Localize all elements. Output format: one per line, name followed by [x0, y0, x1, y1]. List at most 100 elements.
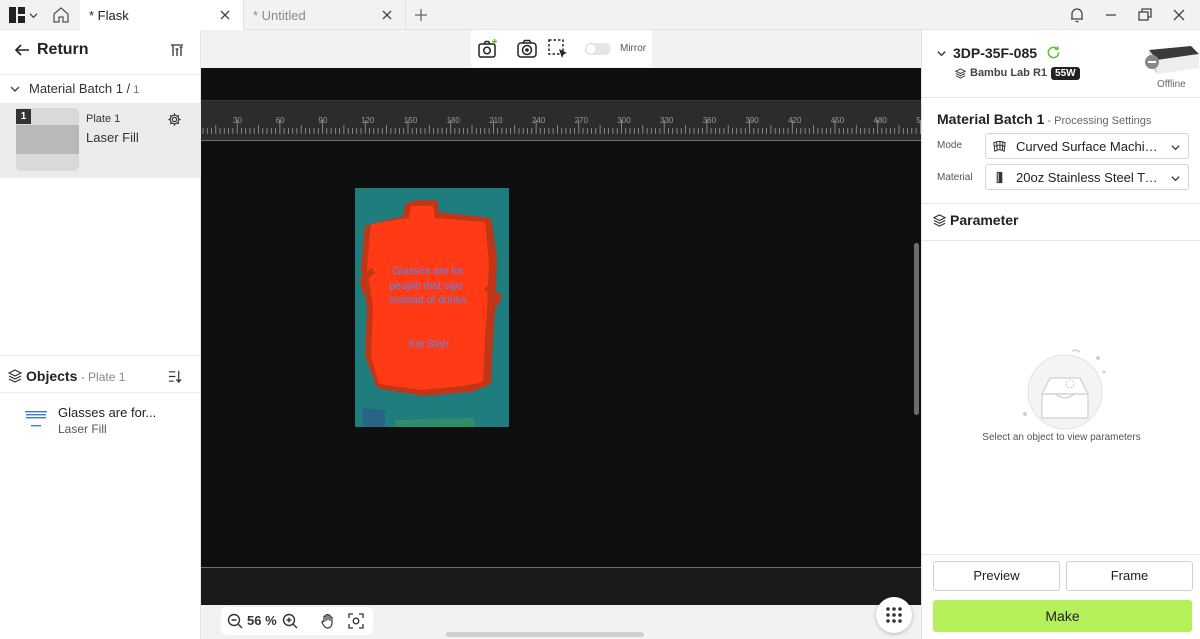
close-icon[interactable]	[1170, 6, 1188, 24]
select-area-icon[interactable]	[547, 38, 569, 60]
plate-title: Plate 1	[86, 113, 121, 125]
ruler-label: 390	[745, 116, 759, 125]
plate-number-badge: 1	[16, 109, 31, 124]
ruler-label: 90	[318, 116, 327, 125]
mirror-label: Mirror	[620, 43, 647, 54]
close-tab-icon[interactable]	[219, 9, 231, 21]
engraving-signature: Kai Starr	[409, 338, 450, 350]
refresh-icon[interactable]	[1046, 45, 1061, 60]
frame-button[interactable]: Frame	[1066, 561, 1193, 591]
workspace-canvas[interactable]: 30 60 90 120 150 180 210 240 270 300 330 360 390 420 4…	[201, 68, 921, 605]
tab-label: * Untitled	[253, 7, 306, 23]
chevron-down-icon	[937, 51, 946, 57]
material-label: Material	[937, 172, 973, 183]
divider	[922, 240, 1200, 241]
material-value: 20oz Stainless Steel Tumbler	[1016, 170, 1164, 185]
object-type: Laser Fill	[58, 422, 107, 436]
gear-icon[interactable]	[167, 112, 182, 127]
material-batch-header[interactable]: Material Batch 1 / 1	[0, 74, 201, 100]
ruler-label: 150	[404, 116, 418, 125]
device-model: Bambu Lab R1 55W	[970, 67, 1080, 80]
plate-processing-type: Laser Fill	[86, 130, 139, 145]
empty-state-illustration	[1023, 349, 1106, 430]
sort-icon[interactable]	[167, 369, 182, 384]
chevron-down-icon	[29, 12, 38, 18]
zoom-out-icon[interactable]	[227, 613, 243, 629]
camera-focus-icon[interactable]	[516, 38, 538, 60]
return-button[interactable]: Return	[0, 30, 201, 70]
zoom-controls: 56 %	[221, 607, 373, 635]
left-panel: Return Material Batch 1 / 1 1 Plate 1 La…	[0, 30, 201, 639]
tumbler-icon	[996, 171, 1003, 184]
zoom-in-icon[interactable]	[282, 613, 298, 629]
restore-icon[interactable]	[1136, 6, 1154, 24]
mode-value: Curved Surface Machining	[1016, 139, 1164, 154]
plate-thumbnail-object	[16, 125, 79, 154]
tab-flask[interactable]: * Flask	[80, 0, 244, 30]
parameter-label: Parameter	[950, 212, 1019, 228]
home-icon[interactable]	[52, 6, 70, 24]
ruler-label: 60	[276, 116, 285, 125]
ruler-label: 450	[831, 116, 845, 125]
ruler-bottom-line	[201, 140, 921, 141]
settings-title: Material Batch 1 - Processing Settings	[937, 111, 1152, 127]
engraving-preview[interactable]: Glasses are for people that sips instead…	[355, 188, 509, 427]
make-button[interactable]: Make	[933, 600, 1192, 632]
divider	[922, 554, 1200, 555]
app-menu-button[interactable]	[8, 6, 40, 24]
plus-icon[interactable]	[414, 8, 428, 22]
close-tab-icon[interactable]	[381, 9, 393, 21]
layers-icon	[8, 369, 22, 383]
engraving-text-line-3: instead of drinks	[390, 294, 466, 306]
ruler-label: 210	[489, 116, 503, 125]
canvas-bottom-band	[201, 568, 921, 605]
chevron-down-icon	[10, 86, 20, 92]
ruler-label: 480	[874, 116, 888, 125]
ruler-label: 30	[233, 116, 242, 125]
title-bar: * Flask * Untitled	[0, 0, 1200, 30]
camera-add-icon[interactable]	[477, 38, 499, 60]
empty-state-text: Select an object to view parameters	[982, 432, 1141, 443]
mode-select[interactable]: Curved Surface Machining	[985, 133, 1189, 159]
device-status: Offline	[1157, 79, 1186, 90]
layers-icon	[933, 214, 946, 227]
ruler-label: 270	[575, 116, 589, 125]
right-panel: 3DP-35F-085 Bambu Lab R1 55W Offline Mate…	[921, 30, 1200, 639]
return-label: Return	[37, 41, 89, 58]
divider	[922, 203, 1200, 204]
hand-pan-icon[interactable]	[320, 613, 336, 629]
minimize-icon[interactable]	[1102, 6, 1120, 24]
chevron-down-icon	[1171, 145, 1180, 151]
material-select[interactable]: 20oz Stainless Steel Tumbler	[985, 164, 1189, 190]
objects-label: Objects - Plate 1	[26, 368, 126, 384]
object-name: Glasses are for...	[58, 405, 157, 420]
vertical-scrollbar[interactable]	[914, 243, 919, 415]
material-batch-label: Material Batch 1 / 1	[29, 81, 140, 96]
adjust-icon[interactable]	[169, 42, 185, 58]
ruler-label: 180	[447, 116, 461, 125]
canvas-toolbar: Mirror	[471, 30, 652, 67]
object-list-item[interactable]: Glasses are for... Laser Fill	[0, 402, 201, 442]
mirror-toggle[interactable]	[585, 43, 611, 55]
more-tools-button[interactable]	[876, 597, 912, 633]
preview-button[interactable]: Preview	[933, 561, 1060, 591]
horizontal-ruler: 30 60 90 120 150 180 210 240 270 300 330 360 390 420 4…	[201, 100, 921, 140]
layers-icon	[955, 68, 966, 79]
plate-card[interactable]: 1 Plate 1 Laser Fill	[0, 103, 201, 178]
device-name: 3DP-35F-085	[953, 45, 1038, 61]
grid-dots-icon	[886, 607, 902, 623]
tab-untitled[interactable]: * Untitled	[244, 0, 406, 30]
bell-icon[interactable]	[1068, 6, 1086, 24]
ruler-label: 240	[532, 116, 546, 125]
zoom-level[interactable]: 56 %	[247, 613, 277, 628]
app-logo-icon	[9, 7, 25, 23]
zoom-area: 56 %	[201, 605, 921, 639]
ruler-label: 420	[788, 116, 802, 125]
curved-grid-icon	[993, 140, 1006, 153]
object-thumbnail	[25, 411, 47, 427]
horizontal-scrollbar[interactable]	[446, 632, 644, 637]
fit-view-icon[interactable]	[348, 613, 364, 629]
ruler-label: 330	[660, 116, 674, 125]
chevron-down-icon	[1171, 176, 1180, 182]
arrow-left-icon	[14, 44, 29, 56]
